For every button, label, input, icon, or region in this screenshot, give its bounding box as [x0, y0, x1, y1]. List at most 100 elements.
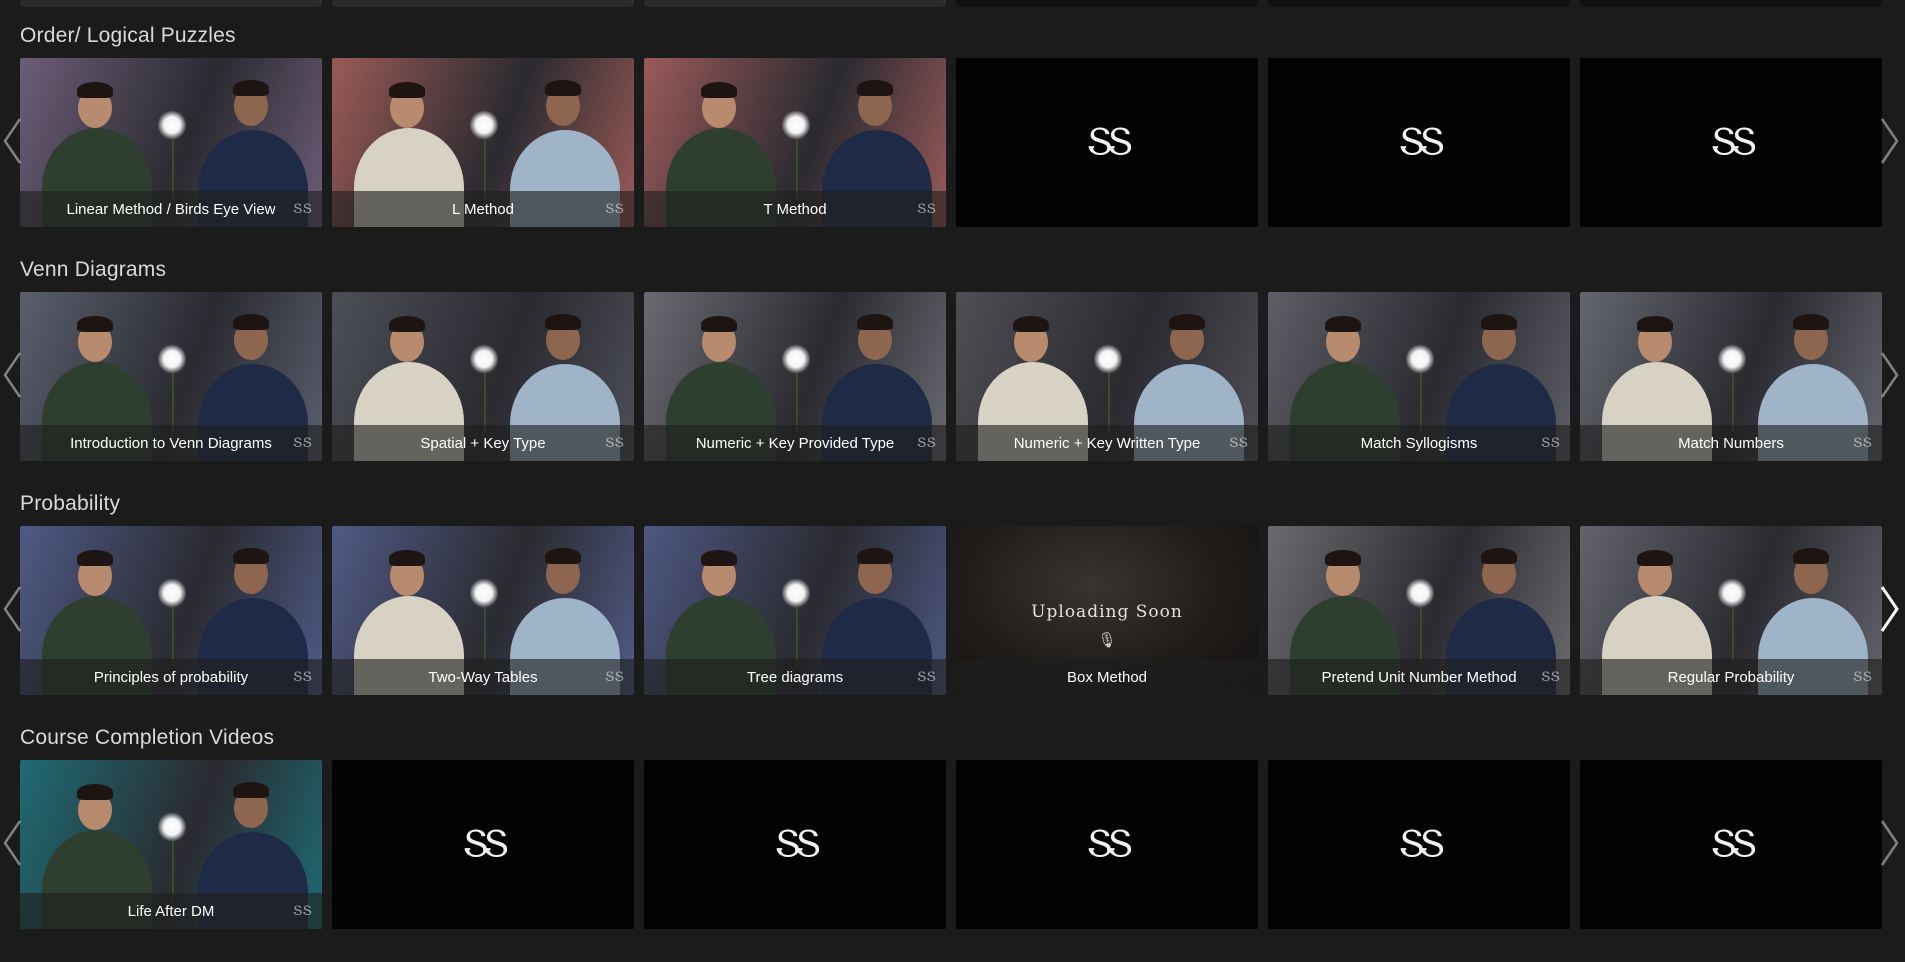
video-card[interactable]: Principles of probability ՏՏ [20, 526, 322, 695]
video-card[interactable]: Tree diagrams ՏՏ [644, 526, 946, 695]
video-card[interactable]: Linear Method / Birds Eye View ՏՏ [20, 58, 322, 227]
orchid-flower [470, 578, 498, 608]
orchid-flower [782, 344, 810, 374]
presenter-right-hair [233, 314, 269, 330]
orchid-stem [796, 372, 798, 432]
previous-row-card[interactable] [1580, 0, 1882, 7]
watermark-logo-icon: ՏՏ [1228, 436, 1248, 451]
presenter-right-hair [233, 782, 269, 798]
orchid-stem [1732, 372, 1734, 432]
brand-logo-icon: ՏՏ [774, 824, 822, 865]
presenter-left-hair [389, 316, 425, 332]
orchid-flower [158, 344, 186, 374]
video-title: Pretend Unit Number Method [1321, 669, 1517, 686]
chevron-left-icon[interactable] [0, 818, 26, 868]
orchid-flower [1718, 578, 1746, 608]
video-card[interactable]: ՏՏ [644, 760, 946, 929]
video-card[interactable]: ՏՏ [1580, 760, 1882, 929]
video-title: Match Numbers [1678, 435, 1784, 452]
watermark-logo-icon: ՏՏ [1852, 670, 1872, 685]
presenter-right-hair [1169, 314, 1205, 330]
video-carousel: Introduction to Venn Diagrams ՏՏ Spatial +… [0, 292, 1905, 461]
video-card[interactable]: ՏՏ [332, 760, 634, 929]
video-title: T Method [763, 201, 827, 218]
video-title: Linear Method / Birds Eye View [66, 201, 276, 218]
course-section: Venn Diagrams Introduction to Venn Diagra… [0, 258, 1905, 492]
previous-row-card[interactable] [332, 0, 634, 7]
video-title: Tree diagrams [746, 669, 844, 686]
video-card[interactable]: Match Numbers ՏՏ [1580, 292, 1882, 461]
previous-row-card[interactable] [1268, 0, 1570, 7]
watermark-logo-icon: ՏՏ [604, 436, 624, 451]
orchid-stem [484, 138, 486, 198]
watermark-logo-icon: ՏՏ [916, 436, 936, 451]
orchid-stem [172, 138, 174, 198]
chevron-left-icon[interactable] [0, 584, 26, 634]
previous-row-card[interactable] [644, 0, 946, 7]
video-card[interactable]: ՏՏ [1580, 58, 1882, 227]
orchid-flower [1094, 344, 1122, 374]
presenter-left-hair [1013, 316, 1049, 332]
video-card[interactable]: Life After DM ՏՏ [20, 760, 322, 929]
presenter-left-hair [701, 316, 737, 332]
video-title: Match Syllogisms [1360, 435, 1478, 452]
brand-logo-icon: ՏՏ [1398, 122, 1446, 163]
chevron-left-icon[interactable] [0, 116, 26, 166]
orchid-flower [470, 344, 498, 374]
orchid-flower [470, 110, 498, 140]
presenter-left-hair [77, 316, 113, 332]
orchid-stem [1420, 372, 1422, 432]
video-card[interactable]: Numeric + Key Provided Type ՏՏ [644, 292, 946, 461]
presenter-left-hair [701, 82, 737, 98]
video-carousel: Life After DM ՏՏ ՏՏ ՏՏ ՏՏ ՏՏ ՏՏ [0, 760, 1905, 929]
section-title: Course Completion Videos [20, 726, 275, 749]
presenter-left-hair [1325, 316, 1361, 332]
presenter-right-hair [545, 80, 581, 96]
orchid-stem [1108, 372, 1110, 432]
video-card[interactable]: Match Syllogisms ՏՏ [1268, 292, 1570, 461]
orchid-flower [1718, 344, 1746, 374]
video-card[interactable]: ՏՏ [956, 760, 1258, 929]
watermark-logo-icon: ՏՏ [292, 670, 312, 685]
video-card[interactable]: ՏՏ [1268, 58, 1570, 227]
presenter-right-hair [857, 548, 893, 564]
video-card[interactable]: ՏՏ [956, 58, 1258, 227]
video-title: Life After DM [127, 903, 215, 920]
video-card[interactable]: Numeric + Key Written Type ՏՏ [956, 292, 1258, 461]
presenter-left-hair [1325, 550, 1361, 566]
presenter-left-hair [701, 550, 737, 566]
video-card[interactable]: Introduction to Venn Diagrams ՏՏ [20, 292, 322, 461]
course-section: Order/ Logical Puzzles Linear Method / Bi… [0, 24, 1905, 258]
watermark-logo-icon: ՏՏ [1852, 436, 1872, 451]
previous-row-card[interactable] [20, 0, 322, 7]
course-section: Course Completion Videos Life After DM ՏՏ Տ… [0, 726, 1905, 960]
video-title: Box Method [1066, 669, 1148, 686]
video-card[interactable]: Pretend Unit Number Method ՏՏ [1268, 526, 1570, 695]
chevron-right-icon[interactable] [1876, 116, 1902, 166]
presenter-right-hair [1793, 314, 1829, 330]
chevron-right-icon[interactable] [1876, 350, 1902, 400]
video-card[interactable]: Two-Way Tables ՏՏ [332, 526, 634, 695]
presenter-left-hair [77, 82, 113, 98]
previous-row-card[interactable] [956, 0, 1258, 7]
presenter-right-hair [233, 80, 269, 96]
video-card[interactable]: T Method ՏՏ [644, 58, 946, 227]
video-card[interactable]: Regular Probability ՏՏ [1580, 526, 1882, 695]
presenter-left-hair [77, 550, 113, 566]
chevron-right-icon[interactable] [1876, 584, 1902, 634]
video-card[interactable]: ՏՏ [1268, 760, 1570, 929]
presenter-left-hair [1637, 316, 1673, 332]
watermark-logo-icon: ՏՏ [604, 202, 624, 217]
video-card[interactable]: Uploading Soon 🎙 Box Method [956, 526, 1258, 695]
presenter-right-hair [233, 548, 269, 564]
video-title: Two-Way Tables [428, 669, 538, 686]
chevron-left-icon[interactable] [0, 350, 26, 400]
orchid-stem [1732, 606, 1734, 666]
watermark-logo-icon: ՏՏ [292, 202, 312, 217]
video-card[interactable]: L Method ՏՏ [332, 58, 634, 227]
orchid-stem [172, 372, 174, 432]
course-section: Probability Principles of probability ՏՏ Tw… [0, 492, 1905, 726]
brand-logo-icon: ՏՏ [1398, 824, 1446, 865]
video-card[interactable]: Spatial + Key Type ՏՏ [332, 292, 634, 461]
chevron-right-icon[interactable] [1876, 818, 1902, 868]
